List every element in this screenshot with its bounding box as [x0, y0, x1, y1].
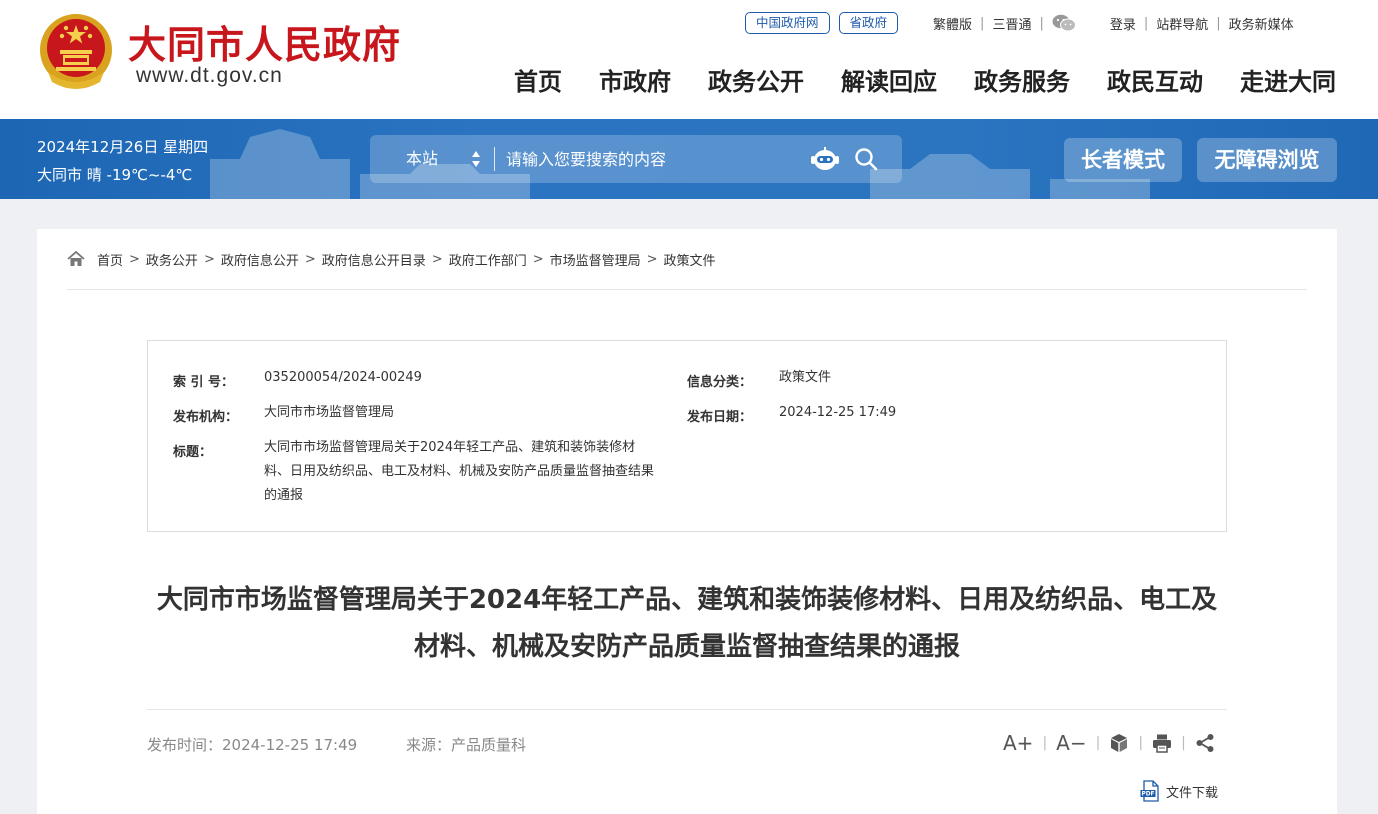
breadcrumb-separator: > [431, 251, 443, 267]
article-title: 大同市市场监督管理局关于2024年轻工产品、建筑和装饰装修材料、日用及纺织品、电… [156, 585, 1218, 662]
divider: | [1138, 735, 1144, 751]
breadcrumb-gov-affairs[interactable]: 政务公开 [146, 250, 198, 269]
weather-info: 大同市 晴 -19℃~-4℃ [37, 166, 193, 184]
breadcrumb-market-bureau[interactable]: 市场监督管理局 [550, 250, 641, 269]
nav-interaction[interactable]: 政民互动 [1107, 62, 1203, 97]
article-source: 来源：产品质量科 [406, 736, 527, 754]
breadcrumb-disclosure-catalog[interactable]: 政府信息公开目录 [322, 250, 426, 269]
divider: | [1181, 735, 1186, 751]
index-number-label: 索 引 号： [173, 375, 235, 390]
title-label: 标题： [173, 445, 213, 460]
new-media-link[interactable]: 政务新媒体 [1229, 14, 1294, 33]
nav-services[interactable]: 政务服务 [974, 62, 1070, 97]
divider: | [1216, 15, 1221, 31]
main-nav: 首页 市政府 政务公开 解读回应 政务服务 政民互动 走进大同 [477, 62, 1336, 97]
publisher-label: 发布机构： [173, 410, 239, 425]
current-date: 2024年12月26日 星期四 [37, 138, 209, 156]
site-url: www.dt.gov.cn [136, 64, 283, 87]
home-icon[interactable] [67, 251, 85, 267]
robot-assistant-icon[interactable] [809, 145, 841, 173]
breadcrumb-separator: > [532, 251, 544, 267]
site-title[interactable]: 大同市人民政府 [128, 14, 401, 69]
site-header: 大同市人民政府 www.dt.gov.cn 中国政府网 省政府 繁體版 | 三晋… [0, 0, 1378, 119]
article-container: 首页 > 政务公开 > 政府信息公开 > 政府信息公开目录 > 政府工作部门 >… [37, 229, 1337, 814]
title-value: 大同市市场监督管理局关于2024年轻工产品、建筑和装饰装修材料、日用及纺织品、电… [264, 440, 655, 503]
search-divider [494, 147, 495, 171]
nav-city-gov[interactable]: 市政府 [599, 62, 671, 97]
breadcrumb-divider [67, 289, 1307, 290]
traditional-chinese-link[interactable]: 繁體版 [933, 14, 972, 33]
breadcrumb-policy-docs[interactable]: 政策文件 [664, 250, 716, 269]
article-info-divider [147, 709, 1227, 710]
print-icon[interactable] [1152, 733, 1172, 753]
wechat-icon[interactable] [1052, 14, 1076, 32]
index-number-value: 035200054/2024-00249 [264, 370, 422, 385]
file-download-label[interactable]: 文件下载 [1166, 782, 1218, 801]
pdf-file-icon[interactable]: PDF [1140, 780, 1160, 802]
file-download-link[interactable]: PDF 文件下载 [1140, 780, 1218, 802]
breadcrumb-separator: > [129, 251, 140, 267]
divider: | [1095, 735, 1101, 751]
publisher-value: 大同市市场监督管理局 [264, 405, 395, 420]
category-label: 信息分类： [687, 375, 753, 390]
share-icon[interactable] [1195, 733, 1215, 753]
divider: | [1042, 735, 1048, 751]
search-box: 本站 [370, 135, 902, 183]
login-link[interactable]: 登录 [1110, 14, 1136, 33]
font-increase-button[interactable]: A+ [1003, 731, 1033, 755]
search-scope-select[interactable]: 本站 [406, 135, 438, 183]
cube-icon[interactable] [1109, 733, 1129, 753]
sanjin-link[interactable]: 三晋通 [992, 14, 1031, 33]
national-emblem-icon [40, 14, 112, 89]
breadcrumb-separator: > [203, 251, 215, 267]
search-band: 2024年12月26日 星期四 大同市 晴 -19℃~-4℃ 本站 长者模式 无… [0, 119, 1378, 199]
breadcrumb-info-disclosure[interactable]: 政府信息公开 [221, 250, 299, 269]
publish-time: 发布时间：2024-12-25 17:49 [147, 736, 358, 754]
svg-text:PDF: PDF [1141, 792, 1154, 798]
search-icon[interactable] [854, 147, 878, 171]
nav-home[interactable]: 首页 [514, 62, 562, 97]
site-nav-link[interactable]: 站群导航 [1156, 14, 1208, 33]
article-tools: A+ | A− | | | [1003, 728, 1215, 758]
category-value: 政策文件 [779, 370, 832, 385]
breadcrumb-separator: > [646, 251, 658, 267]
sort-arrows-icon[interactable] [471, 150, 481, 168]
publish-date-value: 2024-12-25 17:49 [779, 405, 897, 420]
breadcrumb-separator: > [304, 251, 316, 267]
gov-cn-link[interactable]: 中国政府网 [745, 12, 830, 34]
publish-date-label: 发布日期： [687, 410, 753, 425]
top-links: 中国政府网 省政府 繁體版 | 三晋通 | 登录 | 站群导航 | 政务新媒体 [745, 11, 1294, 35]
font-decrease-button[interactable]: A− [1056, 731, 1086, 755]
breadcrumb-home[interactable]: 首页 [97, 250, 123, 269]
divider: | [1143, 15, 1149, 31]
search-input[interactable] [506, 143, 796, 175]
divider: | [1039, 15, 1044, 31]
document-meta-box: 索 引 号： 035200054/2024-00249 信息分类： 政策文件 发… [147, 340, 1227, 532]
nav-interpretation[interactable]: 解读回应 [841, 62, 937, 97]
breadcrumb-departments[interactable]: 政府工作部门 [449, 250, 527, 269]
accessible-browse-button[interactable]: 无障碍浏览 [1197, 138, 1337, 182]
breadcrumb: 首页 > 政务公开 > 政府信息公开 > 政府信息公开目录 > 政府工作部门 >… [67, 248, 716, 270]
nav-gov-affairs[interactable]: 政务公开 [708, 62, 804, 97]
divider: | [980, 15, 985, 31]
elder-mode-button[interactable]: 长者模式 [1064, 138, 1182, 182]
nav-about-datong[interactable]: 走进大同 [1240, 62, 1336, 97]
province-gov-link[interactable]: 省政府 [838, 12, 899, 34]
